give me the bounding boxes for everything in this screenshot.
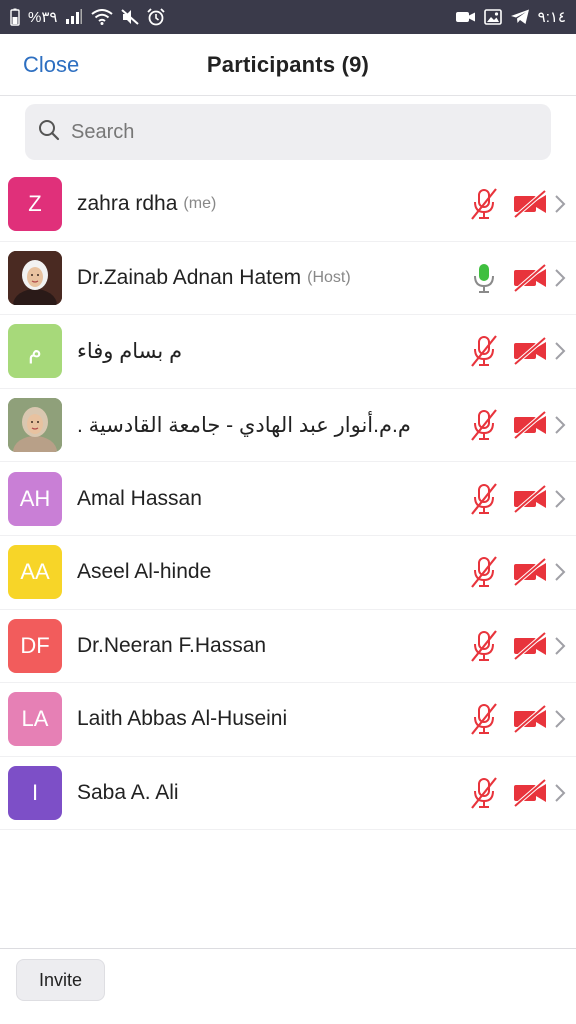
search-input[interactable] bbox=[71, 120, 511, 144]
participant-name-group: Aseel Al-hinde bbox=[77, 536, 211, 609]
chevron-right-icon[interactable] bbox=[552, 339, 568, 363]
battery-percent: %٣٩ bbox=[28, 9, 58, 26]
avatar: Z bbox=[8, 177, 62, 232]
participant-name-group: zahra rdha (me) bbox=[77, 168, 216, 241]
video-off-icon bbox=[512, 631, 548, 661]
avatar-initials: I bbox=[31, 780, 39, 806]
close-button[interactable]: Close bbox=[23, 52, 79, 78]
participant-row[interactable]: م م بسام وفاء bbox=[0, 315, 576, 389]
avatar: م bbox=[8, 324, 62, 379]
participant-name-group: Dr.Zainab Adnan Hatem (Host) bbox=[77, 242, 351, 315]
alarm-icon bbox=[147, 8, 166, 26]
video-notification-icon bbox=[455, 10, 476, 24]
avatar: AH bbox=[8, 471, 62, 526]
invite-button[interactable]: Invite bbox=[16, 959, 105, 1001]
chevron-right-icon[interactable] bbox=[552, 707, 568, 731]
participant-row[interactable]: AH Amal Hassan bbox=[0, 462, 576, 536]
participant-row[interactable]: AA Aseel Al-hinde bbox=[0, 536, 576, 610]
video-off-icon bbox=[512, 410, 548, 440]
participant-list: Zzahra rdha (me) Dr.Zainab Adnan Hatem (Hos… bbox=[0, 168, 576, 831]
signal-icon bbox=[65, 9, 83, 25]
participant-name: Saba A. Ali bbox=[77, 781, 179, 805]
mute-icon bbox=[121, 9, 140, 25]
wifi-icon bbox=[91, 9, 114, 25]
participant-name: Laith Abbas Al-Huseini bbox=[77, 707, 288, 731]
participant-name-group: Laith Abbas Al-Huseini bbox=[77, 683, 287, 756]
participant-name: zahra rdha bbox=[77, 192, 178, 216]
participant-name-group: Amal Hassan bbox=[77, 462, 202, 535]
avatar: I bbox=[8, 766, 62, 821]
status-bar: %٣٩ ٩:١٤ bbox=[0, 0, 576, 34]
chevron-right-icon[interactable] bbox=[552, 192, 568, 216]
participant-role: (me) bbox=[183, 195, 217, 213]
participant-name: Dr.Neeran F.Hassan bbox=[77, 633, 267, 657]
participant-row[interactable]: LA Laith Abbas Al-Huseini bbox=[0, 683, 576, 757]
chevron-right-icon[interactable] bbox=[552, 560, 568, 584]
mic-muted-icon bbox=[468, 776, 500, 810]
gallery-icon bbox=[483, 9, 502, 25]
chevron-right-icon[interactable] bbox=[552, 781, 568, 805]
mic-muted-icon bbox=[468, 187, 500, 221]
mic-muted-icon bbox=[468, 408, 500, 442]
participant-name: م.م.أنوار عبد الهادي - جامعة القادسية . bbox=[77, 413, 411, 437]
participant-role: (Host) bbox=[307, 268, 351, 286]
avatar-initials: Z bbox=[28, 191, 42, 217]
status-bar-right: ٩:١٤ bbox=[455, 8, 566, 26]
video-off-icon bbox=[512, 336, 548, 366]
mic-muted-icon bbox=[468, 702, 500, 736]
avatar-initials: LA bbox=[21, 706, 49, 732]
avatar bbox=[8, 250, 62, 305]
avatar: DF bbox=[8, 618, 62, 673]
search-bar[interactable] bbox=[25, 104, 551, 160]
participant-row[interactable]: I Saba A. Ali bbox=[0, 757, 576, 831]
participant-name: م بسام وفاء bbox=[77, 339, 183, 363]
status-time: ٩:١٤ bbox=[537, 9, 566, 26]
avatar-initials: DF bbox=[20, 632, 50, 658]
participants-header: Close Participants (9) bbox=[0, 34, 576, 96]
chevron-right-icon[interactable] bbox=[552, 266, 568, 290]
video-off-icon bbox=[512, 484, 548, 514]
participant-row[interactable]: Zzahra rdha (me) bbox=[0, 168, 576, 242]
mic-muted-icon bbox=[468, 334, 500, 368]
chevron-right-icon[interactable] bbox=[552, 413, 568, 437]
mic-muted-icon bbox=[468, 555, 500, 589]
video-off-icon bbox=[512, 704, 548, 734]
search-icon bbox=[37, 118, 61, 147]
avatar-initials: AH bbox=[19, 485, 51, 511]
participant-name: Aseel Al-hinde bbox=[77, 560, 212, 584]
chevron-right-icon[interactable] bbox=[552, 487, 568, 511]
participant-name-group: Saba A. Ali bbox=[77, 757, 179, 830]
chevron-right-icon[interactable] bbox=[552, 634, 568, 658]
avatar: LA bbox=[8, 692, 62, 747]
participant-row[interactable]: Dr.Zainab Adnan Hatem (Host) bbox=[0, 242, 576, 316]
footer-bar: Invite bbox=[0, 948, 576, 1024]
video-off-icon bbox=[512, 189, 548, 219]
participant-name-group: Dr.Neeran F.Hassan bbox=[77, 610, 266, 683]
video-off-icon bbox=[512, 263, 548, 293]
battery-icon bbox=[10, 8, 20, 26]
avatar bbox=[8, 398, 62, 453]
mic-muted-icon bbox=[468, 629, 500, 663]
participant-name-group: م.م.أنوار عبد الهادي - جامعة القادسية . bbox=[77, 389, 411, 462]
mic-muted-icon bbox=[468, 482, 500, 516]
participant-row[interactable]: DF Dr.Neeran F.Hassan bbox=[0, 610, 576, 684]
video-off-icon bbox=[512, 557, 548, 587]
status-bar-left: %٣٩ bbox=[10, 8, 166, 26]
telegram-icon bbox=[510, 9, 530, 25]
video-off-icon bbox=[512, 778, 548, 808]
mic-on-icon bbox=[468, 261, 500, 295]
participant-name-group: م بسام وفاء bbox=[77, 315, 182, 388]
avatar-initials: AA bbox=[20, 559, 50, 585]
page-title: Participants (9) bbox=[206, 51, 370, 77]
participant-name: Dr.Zainab Adnan Hatem bbox=[77, 265, 302, 289]
avatar-initials: م bbox=[28, 338, 42, 364]
participant-name: Amal Hassan bbox=[77, 486, 202, 510]
avatar: AA bbox=[8, 545, 62, 600]
participant-row[interactable]: م.م.أنوار عبد الهادي - جامعة القادسية . bbox=[0, 389, 576, 463]
